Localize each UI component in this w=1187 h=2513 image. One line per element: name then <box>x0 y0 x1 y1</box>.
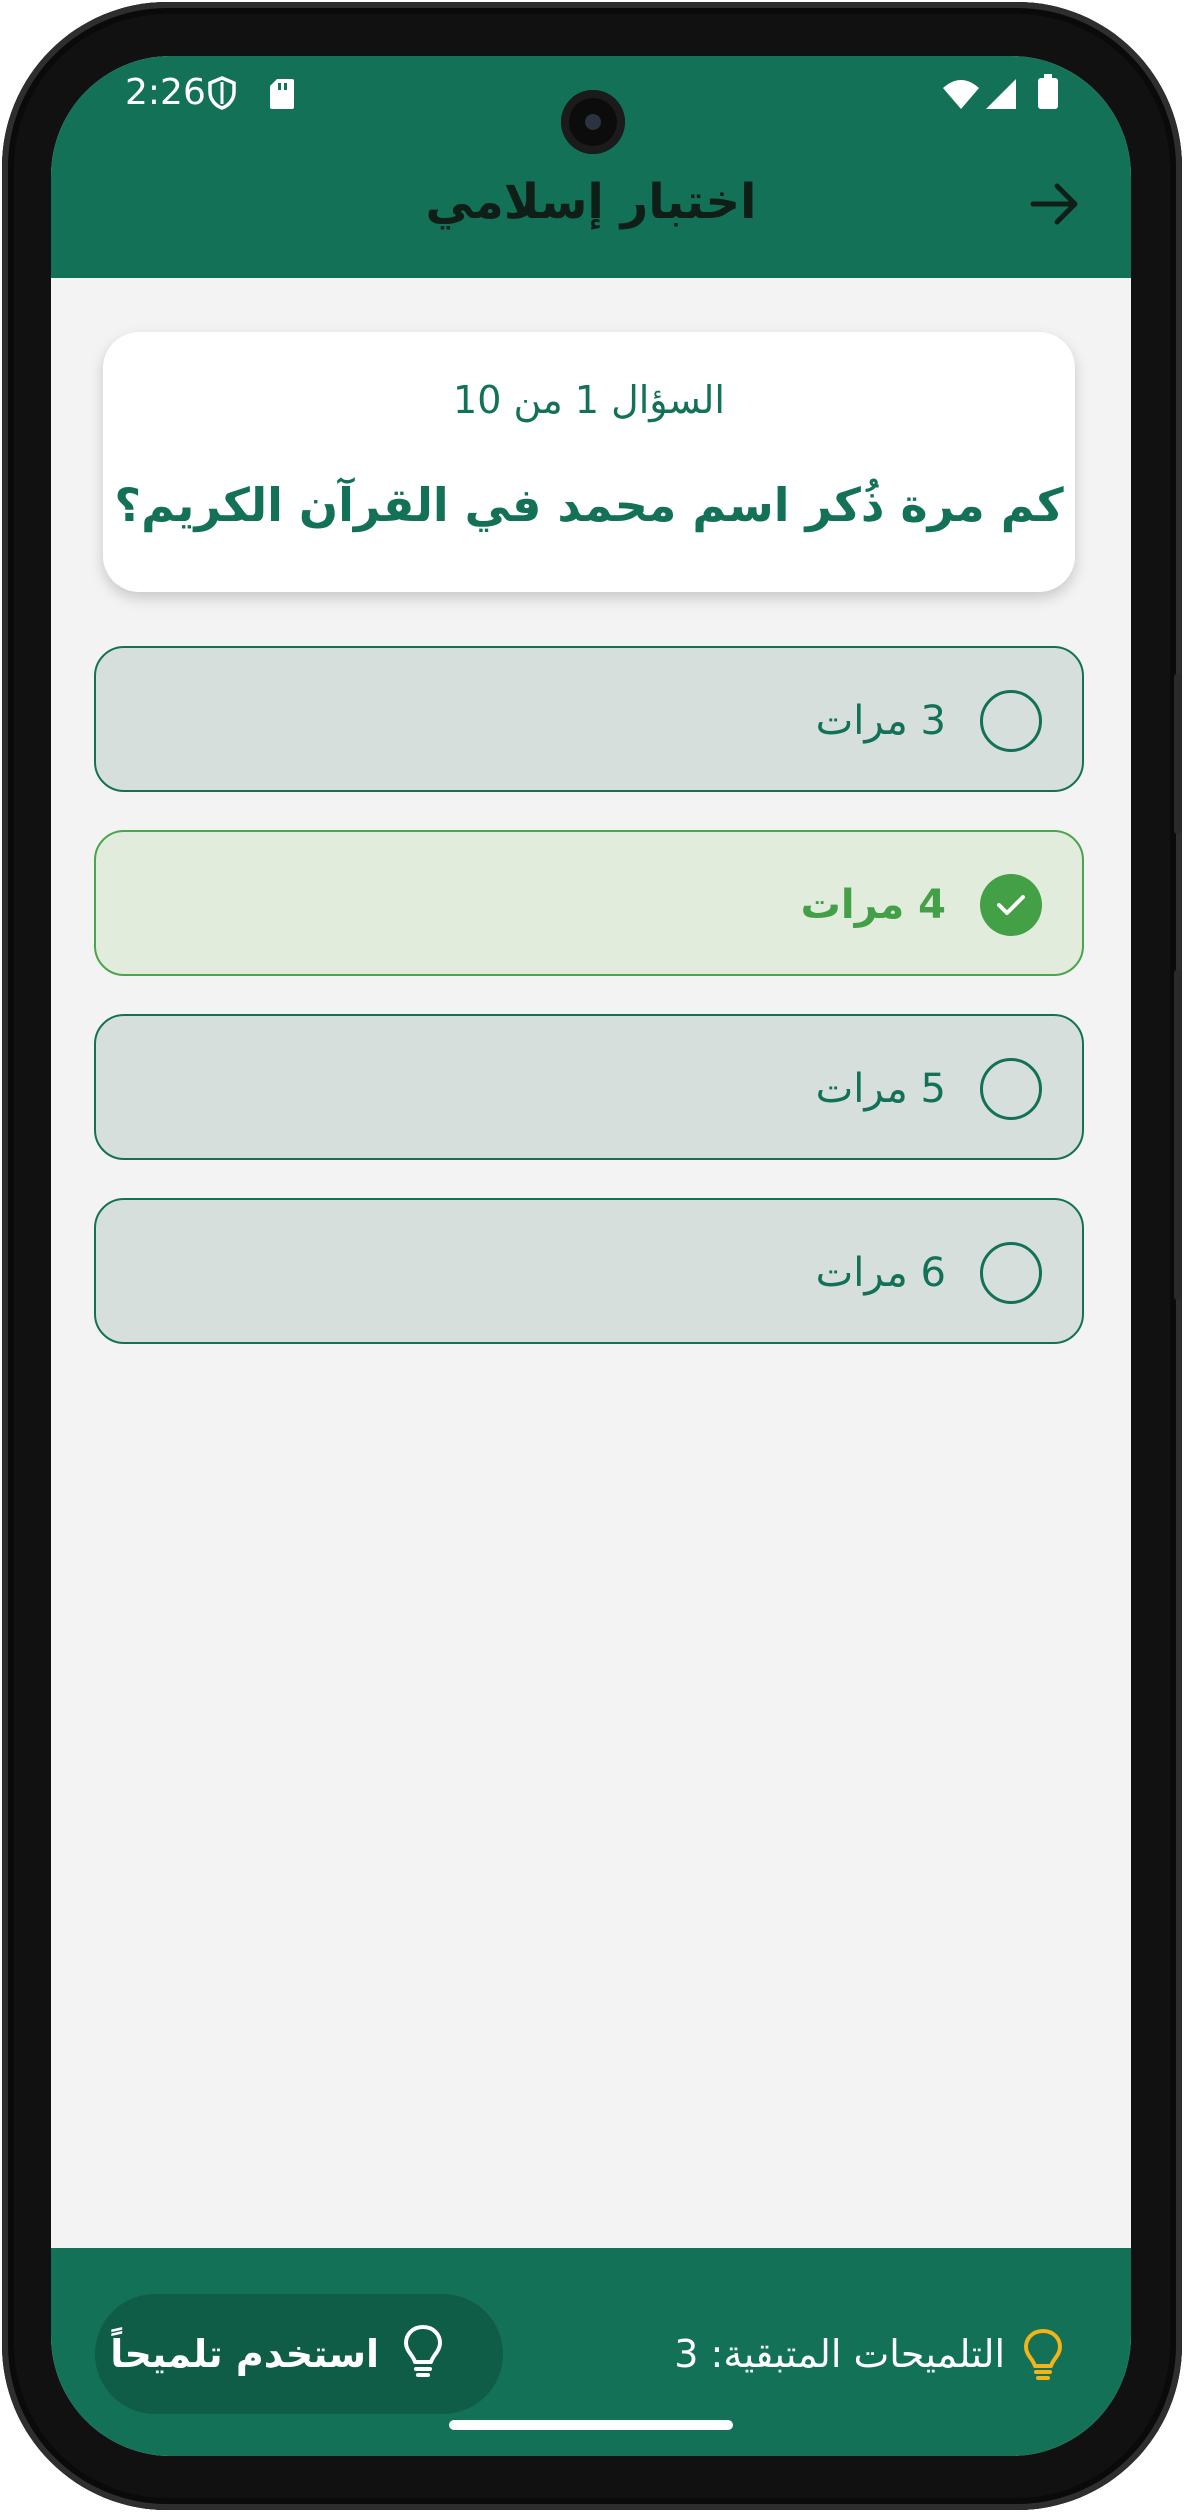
answer-label: 5 مرات <box>815 1066 946 1112</box>
app-bar: 2:26 اختبار إسلامي <box>51 56 1131 278</box>
use-hint-button-label: استخدم تلميحاً <box>110 2332 379 2376</box>
answer-label: 4 مرات <box>800 882 946 928</box>
signal-icon <box>985 78 1017 114</box>
answer-option-2[interactable]: 4 مرات <box>94 830 1084 976</box>
lightbulb-icon <box>403 2324 443 2384</box>
answer-option-4[interactable]: 6 مرات <box>94 1198 1084 1344</box>
hints-remaining-text: التلميحات المتبقية: 3 <box>674 2332 1005 2376</box>
question-counter: السؤال 1 من 10 <box>453 378 725 422</box>
page-title: اختبار إسلامي <box>425 174 757 230</box>
wifi-icon <box>941 78 981 114</box>
power-button <box>1174 674 1182 834</box>
home-indicator[interactable] <box>449 2420 733 2430</box>
front-camera <box>561 90 625 154</box>
use-hint-button[interactable]: استخدم تلميحاً <box>95 2294 503 2414</box>
radio-unchecked-icon <box>980 1242 1042 1304</box>
status-time: 2:26 <box>125 72 206 113</box>
radio-unchecked-icon <box>980 690 1042 752</box>
arrow-right-icon <box>1025 183 1085 238</box>
question-card: السؤال 1 من 10 كم مرة ذُكر اسم محمد في ا… <box>103 332 1075 592</box>
radio-unchecked-icon <box>980 1058 1042 1120</box>
shield-icon <box>207 76 237 114</box>
answer-label: 3 مرات <box>815 698 946 744</box>
answer-label: 6 مرات <box>815 1250 946 1296</box>
volume-button <box>1174 970 1182 1300</box>
sd-card-icon <box>269 78 295 114</box>
phone-frame: 2:26 اختبار إسلامي السؤال 1 من 10 كم مرة… <box>2 2 1182 2510</box>
check-circle-icon <box>980 874 1042 936</box>
question-text: كم مرة ذُكر اسم محمد في القرآن الكريم؟ <box>114 478 1064 532</box>
phone-screen: 2:26 اختبار إسلامي السؤال 1 من 10 كم مرة… <box>51 56 1131 2456</box>
back-button[interactable] <box>1025 174 1085 234</box>
answer-option-3[interactable]: 5 مرات <box>94 1014 1084 1160</box>
battery-icon <box>1037 74 1059 114</box>
answer-option-1[interactable]: 3 مرات <box>94 646 1084 792</box>
lightbulb-icon <box>1023 2328 1063 2386</box>
